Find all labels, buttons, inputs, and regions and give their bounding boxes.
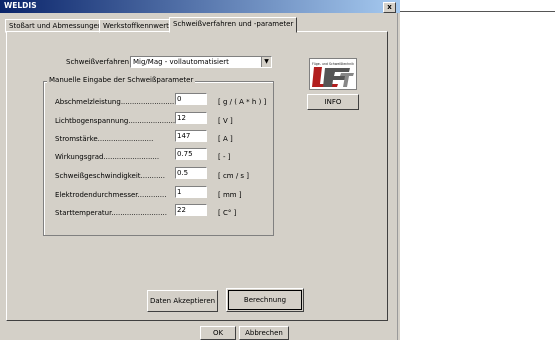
application-window: WELDIS x Stoßart und Abmessungen Werksto…: [0, 0, 400, 340]
elektrodendurchmesser-field[interactable]: 1: [175, 186, 207, 198]
lichtbogenspannung-unit: [ V ]: [218, 117, 233, 125]
schweissgeschwindigkeit-field[interactable]: 0.5: [175, 167, 207, 179]
elektrodendurchmesser-unit: [ mm ]: [218, 191, 242, 199]
info-button[interactable]: INFO: [307, 94, 359, 110]
stromstaerke-field[interactable]: 147: [175, 130, 207, 142]
starttemperatur-unit: [ C° ]: [218, 209, 237, 217]
title-bar: WELDIS x: [0, 0, 400, 13]
abschmelzleistung-label: Abschmelzleistung.......................…: [55, 98, 177, 106]
divider: [400, 11, 555, 12]
svg-text:Füge- und Schweißtechnik: Füge- und Schweißtechnik: [312, 62, 354, 66]
abschmelzleistung-field[interactable]: 0: [175, 93, 207, 105]
cancel-button[interactable]: Abbrechen: [239, 326, 289, 340]
calculate-button[interactable]: Berechnung: [226, 288, 304, 312]
ok-button[interactable]: OK: [200, 326, 236, 340]
accept-data-button[interactable]: Daten Akzeptieren: [147, 290, 218, 312]
tab-schweissverfahren[interactable]: Schweißverfahren und -parameter: [169, 17, 298, 33]
close-button[interactable]: x: [383, 2, 396, 13]
lichtbogenspannung-field[interactable]: 12: [175, 112, 207, 124]
wirkungsgrad-field[interactable]: 0.75: [175, 148, 207, 160]
process-select[interactable]: Mig/Mag - vollautomatisiert ▼: [130, 56, 272, 68]
divider-vertical: [397, 13, 398, 340]
wirkungsgrad-unit: [ - ]: [218, 153, 231, 161]
manual-input-group-title: Manuelle Eingabe der Schweißparameter: [47, 76, 196, 84]
starttemperatur-field[interactable]: 22: [175, 204, 207, 216]
wirkungsgrad-label: Wirkungsgrad.........................: [55, 153, 160, 161]
stromstaerke-label: Stromstärke.........................: [55, 135, 154, 143]
elektrodendurchmesser-label: Elektrodendurchmesser.............: [55, 191, 167, 199]
stromstaerke-unit: [ A ]: [218, 135, 233, 143]
schweissgeschwindigkeit-label: Schweißgeschwindigkeit...........: [55, 172, 166, 180]
process-selected-value: Mig/Mag - vollautomatisiert: [133, 58, 229, 66]
lft-logo-graphic: Füge- und Schweißtechnik: [312, 62, 354, 87]
lft-logo: Füge- und Schweißtechnik: [309, 58, 357, 90]
chevron-down-icon[interactable]: ▼: [261, 57, 271, 67]
schweissgeschwindigkeit-unit: [ cm / s ]: [218, 172, 250, 180]
starttemperatur-label: Starttemperatur.........................: [55, 209, 167, 217]
lichtbogenspannung-label: Lichtbogenspannung......................…: [55, 117, 184, 125]
window-title: WELDIS: [4, 1, 37, 10]
abschmelzleistung-unit: [ g / ( A * h ) ]: [218, 98, 267, 106]
